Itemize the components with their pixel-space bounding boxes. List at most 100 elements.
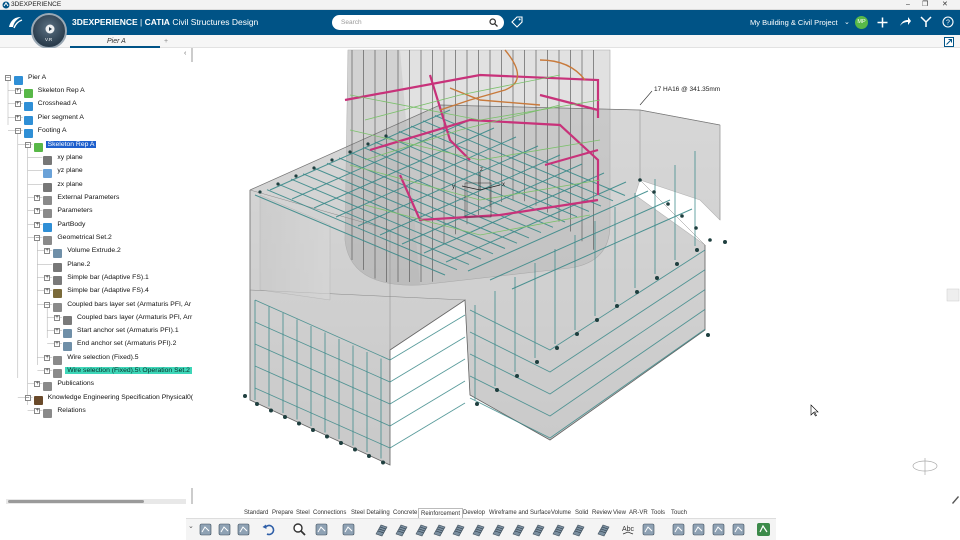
undo-icon[interactable] [261,522,276,537]
expand-node-button[interactable]: + [34,194,41,201]
tree-item[interactable]: product-icon Pier A [14,72,48,85]
orientation-widget[interactable] [912,458,938,475]
view-icon[interactable] [314,522,329,537]
play-icon[interactable] [45,24,55,34]
tree-item[interactable]: skeleton-iconSkeleton Rep A [23,85,87,98]
text-icon[interactable]: Abc [621,522,636,537]
measure-icon[interactable] [641,522,656,537]
rebar-annotation[interactable]: 17 HA16 @ 341.35mm [654,86,720,93]
close-window-button[interactable]: ✕ [942,0,948,10]
tree-item[interactable]: layer-set-icon Coupled bars layer set (Ar… [53,299,193,312]
compass-widget[interactable]: V.R [31,13,67,49]
user-menu[interactable]: My Building & Civil Project [750,18,838,27]
expand-node-button[interactable]: + [44,274,51,281]
tree-item[interactable]: plane-icon yz plane [43,165,84,178]
tree-item[interactable]: anchor-icon Start anchor set (Armaturis P… [63,325,181,338]
expand-node-button[interactable]: + [44,354,51,361]
expand-node-button[interactable]: + [34,207,41,214]
rebar-6-icon[interactable] [471,522,486,537]
tree-item[interactable]: part-icon Pier segment A [23,112,86,125]
rebar-4-icon[interactable] [432,522,447,537]
rebar-12-icon[interactable] [596,522,611,537]
tree-item[interactable]: publications-icon Publications [43,378,96,391]
tree-item[interactable]: body-icon PartBody [43,219,87,232]
collapse-node-button[interactable]: – [24,394,31,401]
action-bar-expand-icon[interactable]: ⌄ [188,522,194,530]
avatar[interactable]: MP [855,16,868,29]
tree-item[interactable]: plane-icon xy plane [43,152,84,165]
tree-item[interactable]: plane-icon zx plane [43,179,84,192]
3d-viewport[interactable]: z y x 17 HA16 @ 341.35mm [196,48,960,510]
add-tab-button[interactable]: + [164,35,168,48]
rebar-3-icon[interactable] [414,522,429,537]
tree-item[interactable]: layer-icon Coupled bars layer (Armaturis … [63,312,194,325]
expand-node-button[interactable]: + [14,114,21,121]
expand-node-button[interactable]: + [14,100,21,107]
side-panel-tab[interactable] [946,288,960,302]
tree-item[interactable]: anchor-icon End anchor set (Armaturis PFI… [63,338,178,351]
tree-item[interactable]: skeleton-iconSkeleton Rep A [33,139,97,152]
collapse-node-button[interactable]: – [24,141,31,148]
search-geo-icon[interactable] [731,522,746,537]
tree-item[interactable]: relations-icon Relations [43,405,87,418]
minimize-button[interactable]: – [906,0,910,10]
add-icon[interactable] [877,17,888,28]
collapse-node-button[interactable]: – [14,127,21,134]
tag-2-icon[interactable] [691,522,706,537]
expand-node-button[interactable]: + [54,340,60,347]
tree-item[interactable]: parameters-icon External Parameters [43,192,121,205]
expand-node-button[interactable]: + [34,380,41,387]
tree-item[interactable]: geometrical-set-icon Geometrical Set.2 [43,232,113,245]
expand-node-button[interactable]: + [34,221,41,228]
rebar-1-icon[interactable] [374,522,389,537]
scrollbar-thumb[interactable] [8,500,144,503]
zoom-icon[interactable] [292,522,307,537]
search-input[interactable] [341,17,481,28]
tree-item[interactable]: part-icon Footing A [23,125,69,138]
collapse-node-button[interactable]: – [44,301,51,308]
copy-icon[interactable] [217,522,232,537]
search-icon[interactable] [489,18,498,27]
rebar-model-drawing[interactable]: z y x 17 HA16 @ 341.35mm [196,48,960,510]
tree-item[interactable]: volume-icon Volume Extrude.2 [53,245,123,258]
tree-item[interactable]: plane-icon Plane.2 [53,259,92,272]
tree-item[interactable]: part-icon Crosshead A [23,98,79,111]
expand-node-button[interactable]: + [54,314,60,321]
settings-icon[interactable] [341,522,356,537]
tree-item[interactable]: bar-icon Simple bar (Adaptive FS).4 [53,285,151,298]
app-icon[interactable] [756,522,771,537]
rebar-8-icon[interactable] [511,522,526,537]
cut-icon[interactable] [198,522,213,537]
tree-horizontal-scrollbar[interactable] [6,499,186,504]
expand-node-button[interactable]: + [44,367,51,374]
tree-item[interactable]: wire-iconWire selection (Fixed).5\ Opera… [53,365,192,378]
user-menu-chevron-icon[interactable]: ⌄ [844,18,850,26]
help-icon[interactable]: ? [942,16,954,28]
rebar-10-icon[interactable] [551,522,566,537]
tree-panel-divider-bottom[interactable] [191,488,193,504]
rebar-9-icon[interactable] [531,522,546,537]
expand-node-button[interactable]: + [44,287,51,294]
share-icon[interactable] [899,16,911,28]
expand-node-button[interactable]: + [44,247,51,254]
tag-icon[interactable] [671,522,686,537]
collapse-node-button[interactable]: – [34,234,41,241]
tools-icon[interactable] [920,16,932,28]
expand-node-button[interactable]: + [34,407,41,414]
rebar-11-icon[interactable] [571,522,586,537]
expand-node-button[interactable]: + [54,327,60,334]
collapse-node-button[interactable]: – [5,74,11,81]
tree-item[interactable]: parameters-icon Parameters [43,205,94,218]
tree-item[interactable]: knowledge-icon Knowledge Engineering Spec… [33,392,195,405]
search-box[interactable] [332,15,504,30]
rebar-5-icon[interactable] [451,522,466,537]
rebar-2-icon[interactable] [394,522,409,537]
rebar-7-icon[interactable] [491,522,506,537]
tag-icon[interactable] [511,16,523,28]
expand-node-button[interactable]: + [14,87,21,94]
paste-icon[interactable] [236,522,251,537]
share-icon[interactable] [711,522,726,537]
tree-item[interactable]: bar-icon Simple bar (Adaptive FS).1 [53,272,151,285]
ds-logo-icon[interactable] [6,14,24,31]
fullscreen-icon[interactable] [944,37,954,47]
